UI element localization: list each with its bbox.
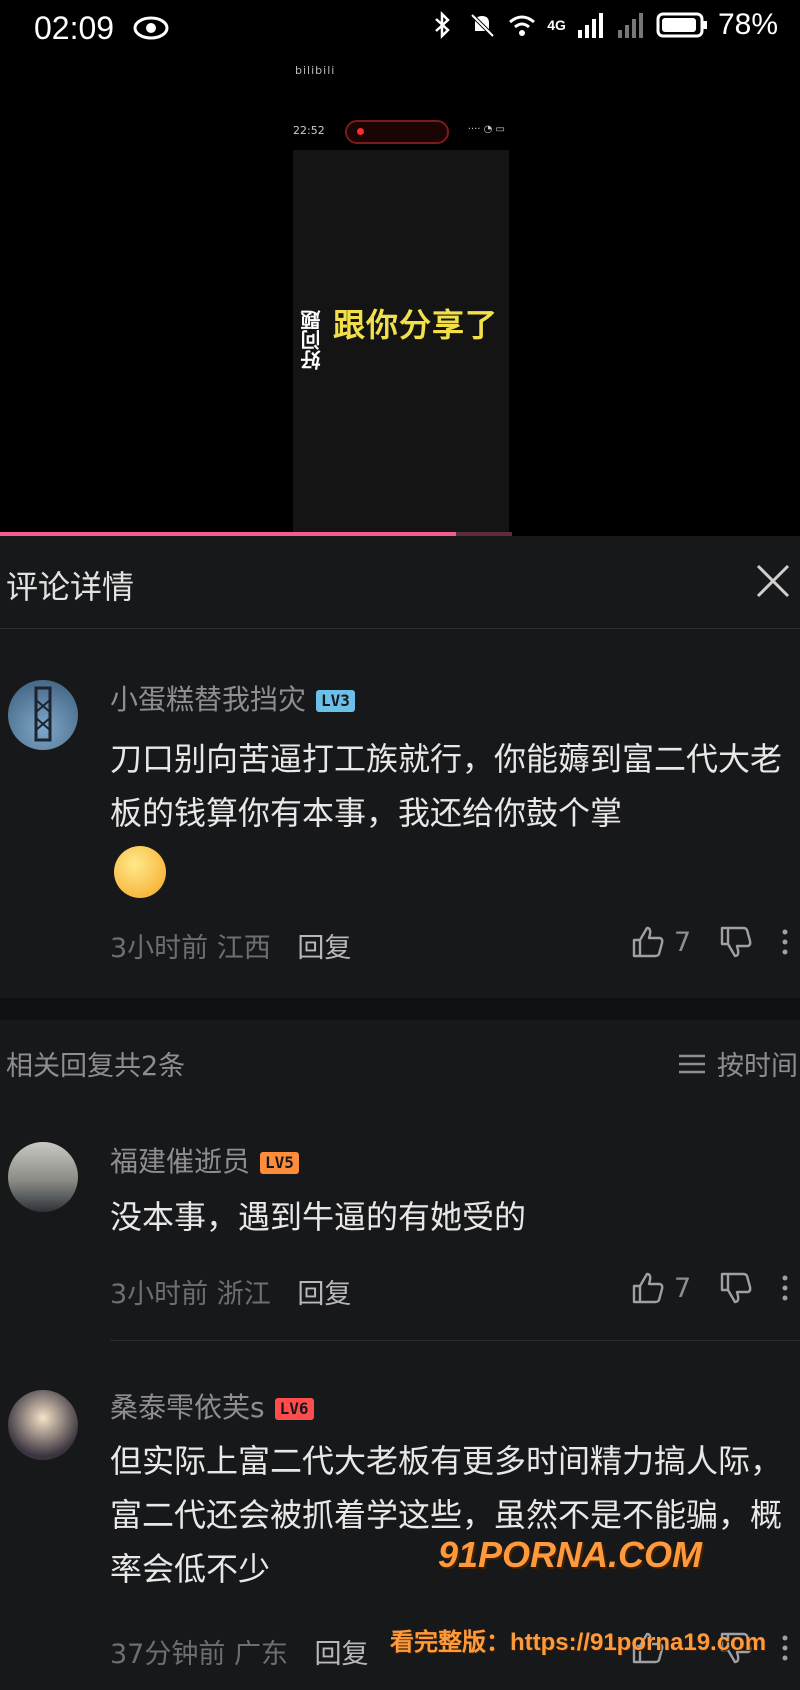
thumbs-down-icon[interactable] bbox=[718, 1630, 754, 1666]
thumbs-down-icon[interactable] bbox=[718, 1270, 754, 1306]
sort-label: 按时间 bbox=[717, 1051, 798, 1082]
sort-button[interactable]: 按时间 bbox=[677, 1044, 798, 1083]
network-type-label: 4G bbox=[547, 17, 566, 33]
related-replies-header: 相关回复共2条 按时间 bbox=[0, 1020, 800, 1100]
video-vertical-text: 好问题 bbox=[300, 310, 324, 370]
more-options-icon[interactable] bbox=[770, 1270, 800, 1306]
section-divider bbox=[0, 998, 800, 1020]
comment-location: 江西 bbox=[216, 933, 271, 964]
signal-off-icon bbox=[617, 13, 643, 38]
reply-time: 3小时前 bbox=[110, 1279, 209, 1310]
reply-button[interactable]: 回复 bbox=[315, 1639, 369, 1670]
bluetooth-icon bbox=[435, 10, 451, 40]
reply-location: 浙江 bbox=[216, 1279, 271, 1310]
level-badge: LV3 bbox=[316, 690, 355, 712]
comment-username[interactable]: 小蛋糕替我挡灾 LV3 bbox=[110, 678, 355, 718]
comment-time: 3小时前 bbox=[110, 933, 209, 964]
video-player[interactable]: bilibili 22:52 ···· ◔ ▭ 好问题 跟你分享了 bbox=[0, 58, 800, 536]
close-icon[interactable] bbox=[748, 556, 798, 606]
reply-actions bbox=[630, 1630, 800, 1666]
avatar[interactable] bbox=[8, 1142, 78, 1212]
more-options-icon[interactable] bbox=[770, 1630, 800, 1666]
reply-item: 福建催逝员 LV5 没本事，遇到牛逼的有她受的 3小时前 浙江 回复 7 bbox=[0, 1120, 800, 1340]
status-time: 02:09 bbox=[34, 10, 115, 46]
sort-list-icon bbox=[679, 1054, 705, 1073]
video-watermark: bilibili bbox=[295, 64, 336, 77]
wifi-icon bbox=[509, 15, 536, 36]
signal-icon bbox=[577, 13, 603, 38]
emoji-sticker bbox=[114, 846, 166, 898]
panel-title: 评论详情 bbox=[6, 568, 135, 606]
avatar[interactable] bbox=[8, 1390, 78, 1460]
battery-level: 78% bbox=[717, 8, 778, 41]
comment-actions: 7 bbox=[630, 924, 800, 960]
avatar-tower-icon bbox=[34, 686, 52, 742]
reply-meta: 3小时前 浙江 回复 bbox=[110, 1272, 351, 1311]
like-count: 7 bbox=[674, 926, 692, 958]
thumbs-down-icon[interactable] bbox=[718, 924, 754, 960]
username-text: 福建催逝员 bbox=[110, 1145, 251, 1178]
reply-button[interactable]: 回复 bbox=[297, 933, 351, 964]
status-icons: 4G 78% bbox=[427, 8, 778, 42]
main-comment: 小蛋糕替我挡灾 LV3 刀口别向苦逼打工族就行，你能薅到富二代大老板的钱算你有本事… bbox=[0, 628, 800, 998]
like-count: 7 bbox=[674, 1272, 692, 1304]
status-bar: 02:09 4G 78% bbox=[0, 0, 800, 58]
username-text: 小蛋糕替我挡灾 bbox=[110, 683, 307, 716]
comment-detail-header: 评论详情 bbox=[0, 536, 800, 629]
reply-text: 但实际上富二代大老板有更多时间精力搞人际，富二代还会被抓着学这些，虽然不是不能骗… bbox=[110, 1442, 783, 1588]
reply-meta: 37分钟前 广东 回复 bbox=[110, 1632, 369, 1671]
level-badge: LV5 bbox=[260, 1152, 299, 1174]
eye-icon bbox=[133, 16, 169, 40]
reply-actions: 7 bbox=[630, 1270, 800, 1306]
battery-icon bbox=[656, 12, 707, 38]
comment-meta: 3小时前 江西 回复 bbox=[110, 926, 351, 965]
reply-item: 桑泰雫依芙s LV6 但实际上富二代大老板有更多时间精力搞人际，富二代还会被抓着学… bbox=[0, 1360, 800, 1690]
reply-text: 没本事，遇到牛逼的有她受的 bbox=[110, 1198, 527, 1236]
username-text: 桑泰雫依芙s bbox=[110, 1391, 265, 1424]
reply-count-label: 相关回复共2条 bbox=[6, 1051, 186, 1082]
reply-username[interactable]: 福建催逝员 LV5 bbox=[110, 1140, 299, 1180]
reply-location: 广东 bbox=[233, 1639, 288, 1670]
thumbs-up-icon[interactable] bbox=[630, 1270, 666, 1306]
record-indicator bbox=[345, 120, 449, 144]
comment-text: 刀口别向苦逼打工族就行，你能薅到富二代大老板的钱算你有本事，我还给你鼓个掌 bbox=[110, 740, 783, 832]
more-options-icon[interactable] bbox=[770, 924, 800, 960]
video-phone-time: 22:52 bbox=[293, 124, 325, 137]
video-phone-signal-icon: ···· ◔ ▭ bbox=[467, 124, 505, 135]
reply-button[interactable]: 回复 bbox=[297, 1279, 351, 1310]
reply-username[interactable]: 桑泰雫依芙s LV6 bbox=[110, 1386, 314, 1426]
thumbs-up-icon[interactable] bbox=[630, 1630, 666, 1666]
video-frame: 好问题 跟你分享了 bbox=[293, 150, 509, 534]
video-overlay-text: 跟你分享了 bbox=[333, 306, 499, 344]
avatar[interactable] bbox=[8, 680, 78, 750]
thumbs-up-icon[interactable] bbox=[630, 924, 666, 960]
reply-separator bbox=[110, 1340, 800, 1341]
video-phone-statusbar: 22:52 ···· ◔ ▭ bbox=[285, 118, 513, 144]
reply-time: 37分钟前 bbox=[110, 1639, 226, 1670]
mute-bell-icon bbox=[470, 13, 495, 38]
level-badge: LV6 bbox=[274, 1398, 314, 1420]
